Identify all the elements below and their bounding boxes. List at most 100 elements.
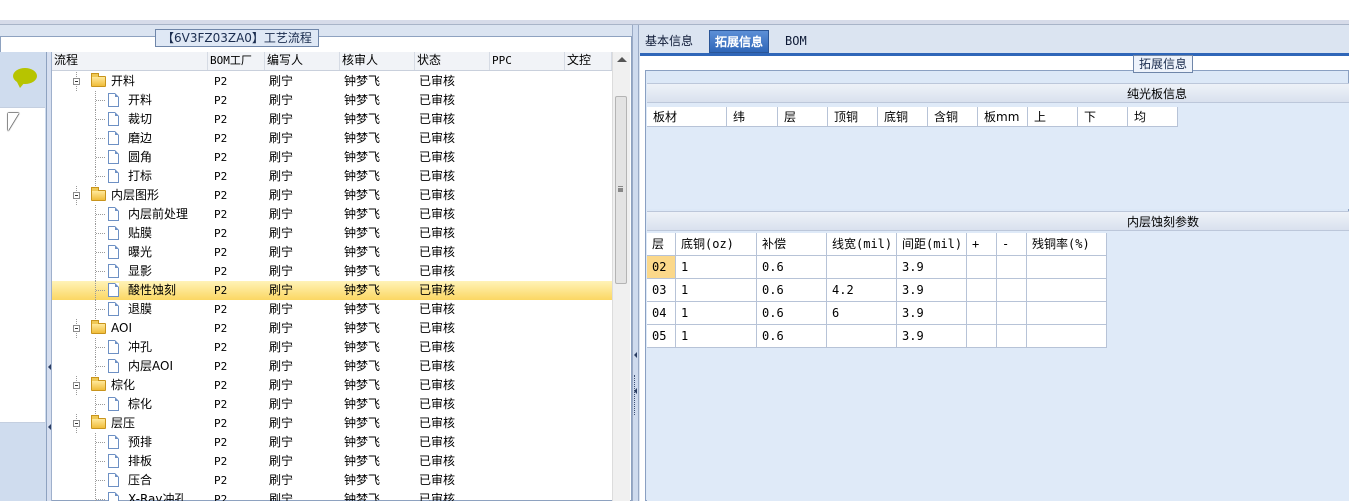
- tab-extended-info[interactable]: 拓展信息: [709, 30, 770, 53]
- col-header-writer[interactable]: 编写人: [265, 52, 340, 70]
- etch-cell-layer[interactable]: 04: [647, 302, 676, 325]
- collapse-toggle-icon[interactable]: [73, 420, 80, 427]
- flow-step-name: AOI: [111, 321, 132, 335]
- etch-cell-minus[interactable]: [997, 325, 1027, 348]
- flow-grid-scrollbar[interactable]: [612, 52, 630, 501]
- table-row[interactable]: 内层AOI P2 刷宁 钟梦飞 已审核: [52, 357, 612, 376]
- status: 已审核: [419, 169, 456, 183]
- table-row[interactable]: 打标 P2 刷宁 钟梦飞 已审核: [52, 167, 612, 186]
- etch-col-plus: +: [967, 233, 997, 256]
- table-row[interactable]: X-Ray冲孔 P2 刷宁 钟梦飞 已审核: [52, 490, 612, 501]
- etch-cell-base-copper[interactable]: 1: [676, 279, 757, 302]
- bom-factory: P2: [214, 151, 228, 164]
- etch-cell-layer[interactable]: 02: [647, 256, 676, 279]
- table-row[interactable]: 压合 P2 刷宁 钟梦飞 已审核: [52, 471, 612, 490]
- etch-cell-base-copper[interactable]: 1: [676, 325, 757, 348]
- table-row[interactable]: 开料 P2 刷宁 钟梦飞 已审核: [52, 72, 612, 91]
- bare-board-section-header: 纯光板信息: [647, 83, 1349, 103]
- chat-bubble-icon[interactable]: [13, 68, 37, 88]
- col-header-ppc[interactable]: PPC: [490, 52, 565, 70]
- etch-cell-residual-copper[interactable]: [1027, 256, 1107, 279]
- writer: 刷宁: [269, 359, 294, 373]
- collapse-toggle-icon[interactable]: [73, 192, 80, 199]
- etch-cell-compensation[interactable]: 0.6: [757, 325, 827, 348]
- table-row[interactable]: 层压 P2 刷宁 钟梦飞 已审核: [52, 414, 612, 433]
- bare-col-upper: 上: [1028, 107, 1078, 127]
- collapse-sidebar-icon[interactable]: [48, 364, 51, 370]
- etch-cell-plus[interactable]: [967, 302, 997, 325]
- folder-icon: [91, 415, 106, 429]
- etch-cell-minus[interactable]: [997, 256, 1027, 279]
- table-row[interactable]: 酸性蚀刻 P2 刷宁 钟梦飞 已审核: [52, 281, 612, 300]
- folder-icon: [91, 187, 106, 201]
- etch-cell-spacing[interactable]: 3.9: [897, 302, 967, 325]
- etch-cell-plus[interactable]: [967, 325, 997, 348]
- writer: 刷宁: [269, 473, 294, 487]
- etch-cell-line-width[interactable]: 6: [827, 302, 897, 325]
- etch-cell-compensation[interactable]: 0.6: [757, 279, 827, 302]
- etch-cell-residual-copper[interactable]: [1027, 279, 1107, 302]
- reviewer: 钟梦飞: [344, 340, 381, 354]
- scroll-up-icon[interactable]: [617, 57, 627, 62]
- writer: 刷宁: [269, 321, 294, 335]
- table-row[interactable]: 裁切 P2 刷宁 钟梦飞 已审核: [52, 110, 612, 129]
- panel-splitter[interactable]: [632, 25, 639, 501]
- table-row[interactable]: 贴膜 P2 刷宁 钟梦飞 已审核: [52, 224, 612, 243]
- etch-cell-line-width[interactable]: [827, 325, 897, 348]
- etch-cell-residual-copper[interactable]: [1027, 302, 1107, 325]
- table-row[interactable]: 磨边 P2 刷宁 钟梦飞 已审核: [52, 129, 612, 148]
- collapse-toggle-icon[interactable]: [73, 78, 80, 85]
- etch-cell-spacing[interactable]: 3.9: [897, 325, 967, 348]
- etch-cell-base-copper[interactable]: 1: [676, 256, 757, 279]
- etch-cell-layer[interactable]: 05: [647, 325, 676, 348]
- collapse-left-icon[interactable]: [634, 352, 637, 358]
- table-row[interactable]: 显影 P2 刷宁 钟梦飞 已审核: [52, 262, 612, 281]
- etch-cell-spacing[interactable]: 3.9: [897, 279, 967, 302]
- status: 已审核: [419, 416, 456, 430]
- col-header-flow[interactable]: 流程: [52, 52, 208, 70]
- table-row[interactable]: 内层图形 P2 刷宁 钟梦飞 已审核: [52, 186, 612, 205]
- col-header-bom[interactable]: BOM工厂: [208, 52, 265, 70]
- table-row[interactable]: 排板 P2 刷宁 钟梦飞 已审核: [52, 452, 612, 471]
- collapse-toggle-icon[interactable]: [73, 382, 80, 389]
- etch-cell-base-copper[interactable]: 1: [676, 302, 757, 325]
- etch-cell-line-width[interactable]: 4.2: [827, 279, 897, 302]
- etch-cell-layer[interactable]: 03: [647, 279, 676, 302]
- table-row[interactable]: 棕化 P2 刷宁 钟梦飞 已审核: [52, 376, 612, 395]
- bom-factory: P2: [214, 455, 228, 468]
- tab-basic-info[interactable]: 基本信息: [640, 30, 698, 53]
- table-row[interactable]: 退膜 P2 刷宁 钟梦飞 已审核: [52, 300, 612, 319]
- etch-cell-compensation[interactable]: 0.6: [757, 256, 827, 279]
- col-header-reviewer[interactable]: 核审人: [340, 52, 415, 70]
- bom-factory: P2: [214, 417, 228, 430]
- table-row[interactable]: 开料 P2 刷宁 钟梦飞 已审核: [52, 91, 612, 110]
- table-row[interactable]: 预排 P2 刷宁 钟梦飞 已审核: [52, 433, 612, 452]
- flow-step-name: 层压: [111, 416, 136, 430]
- table-row[interactable]: 冲孔 P2 刷宁 钟梦飞 已审核: [52, 338, 612, 357]
- table-row[interactable]: AOI P2 刷宁 钟梦飞 已审核: [52, 319, 612, 338]
- etch-cell-line-width[interactable]: [827, 256, 897, 279]
- bare-col-lower: 下: [1078, 107, 1128, 127]
- document-icon: [108, 150, 119, 164]
- etch-cell-residual-copper[interactable]: [1027, 325, 1107, 348]
- etch-cell-minus[interactable]: [997, 279, 1027, 302]
- bare-col-with-cu: 含铜: [928, 107, 978, 127]
- scrollbar-thumb[interactable]: [615, 96, 627, 284]
- col-header-doc-control[interactable]: 文控: [565, 52, 612, 70]
- tab-bom[interactable]: BOM: [780, 30, 812, 53]
- table-row[interactable]: 圆角 P2 刷宁 钟梦飞 已审核: [52, 148, 612, 167]
- table-row[interactable]: 曝光 P2 刷宁 钟梦飞 已审核: [52, 243, 612, 262]
- etch-cell-compensation[interactable]: 0.6: [757, 302, 827, 325]
- etch-cell-plus[interactable]: [967, 279, 997, 302]
- table-row[interactable]: 内层前处理 P2 刷宁 钟梦飞 已审核: [52, 205, 612, 224]
- etch-cell-minus[interactable]: [997, 302, 1027, 325]
- bom-factory: P2: [214, 322, 228, 335]
- etch-cell-spacing[interactable]: 3.9: [897, 256, 967, 279]
- collapse-left-icon-2[interactable]: [634, 388, 637, 394]
- flow-step-name: 裁切: [128, 112, 153, 126]
- etch-cell-plus[interactable]: [967, 256, 997, 279]
- collapse-sidebar-icon-2[interactable]: [48, 424, 51, 430]
- col-header-status[interactable]: 状态: [415, 52, 490, 70]
- collapse-toggle-icon[interactable]: [73, 325, 80, 332]
- table-row[interactable]: 棕化 P2 刷宁 钟梦飞 已审核: [52, 395, 612, 414]
